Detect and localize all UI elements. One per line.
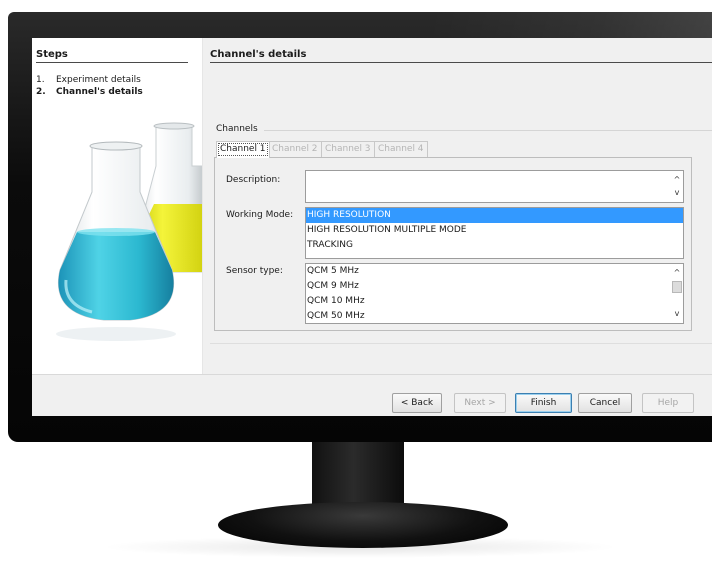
sensor-option-qcm-9[interactable]: QCM 9 MHz	[306, 279, 683, 294]
tab-channel-4[interactable]: Channel 4	[374, 141, 428, 157]
working-mode-list[interactable]: HIGH RESOLUTION HIGH RESOLUTION MULTIPLE…	[305, 207, 684, 259]
monitor-stand-base	[218, 502, 508, 548]
working-mode-option-tracking[interactable]: TRACKING	[306, 238, 683, 253]
step-number: 2.	[36, 87, 46, 97]
scroll-up-icon[interactable]: ^	[671, 176, 683, 184]
sensor-list-scrollbar[interactable]: ^ v	[671, 264, 683, 323]
sensor-option-qcm-5[interactable]: QCM 5 MHz	[306, 264, 683, 279]
help-button[interactable]: Help	[642, 393, 694, 413]
wizard-button-bar: < Back Next > Finish Cancel Help	[32, 374, 712, 416]
sensor-type-list[interactable]: QCM 5 MHz QCM 9 MHz QCM 10 MHz QCM 50 MH…	[305, 263, 684, 324]
step-experiment-details: 1. Experiment details	[36, 75, 141, 85]
scroll-down-icon[interactable]: v	[671, 310, 683, 318]
wizard-window: Steps 1. Experiment details 2. Channel's d…	[32, 38, 712, 416]
step-label: Channel's details	[56, 87, 143, 97]
channels-group-divider	[264, 130, 712, 131]
sensor-type-label: Sensor type:	[226, 266, 283, 276]
step-channels-details: 2. Channel's details	[36, 87, 143, 97]
tab-channel-3[interactable]: Channel 3	[321, 141, 375, 157]
back-button[interactable]: < Back	[392, 393, 442, 413]
sensor-option-qcm-10[interactable]: QCM 10 MHz	[306, 294, 683, 309]
scrollbar-thumb[interactable]	[672, 281, 682, 293]
step-label: Experiment details	[56, 75, 141, 85]
cancel-button[interactable]: Cancel	[578, 393, 632, 413]
tab-channel-1[interactable]: Channel 1	[216, 141, 270, 158]
working-mode-option-high-resolution[interactable]: HIGH RESOLUTION	[306, 208, 683, 223]
description-label: Description:	[226, 175, 281, 185]
page-title: Channel's details	[210, 49, 712, 63]
description-scrollbar[interactable]: ^ v	[671, 171, 683, 202]
steps-panel: Steps 1. Experiment details 2. Channel's d…	[32, 38, 203, 374]
description-field[interactable]: ^ v	[305, 170, 684, 203]
sensor-option-qcm-50[interactable]: QCM 50 MHz	[306, 309, 683, 323]
working-mode-option-high-resolution-multiple[interactable]: HIGH RESOLUTION MULTIPLE MODE	[306, 223, 683, 238]
steps-title: Steps	[36, 49, 188, 63]
scroll-down-icon[interactable]: v	[671, 189, 683, 197]
channels-group-label: Channels	[216, 124, 258, 134]
lab-flasks-image	[56, 122, 202, 341]
next-button[interactable]: Next >	[454, 393, 506, 413]
tab-channel-2[interactable]: Channel 2	[268, 141, 322, 157]
finish-button[interactable]: Finish	[515, 393, 572, 413]
step-number: 1.	[36, 75, 45, 85]
working-mode-label: Working Mode:	[226, 210, 294, 220]
content-divider	[210, 343, 712, 344]
scroll-up-icon[interactable]: ^	[671, 269, 683, 277]
